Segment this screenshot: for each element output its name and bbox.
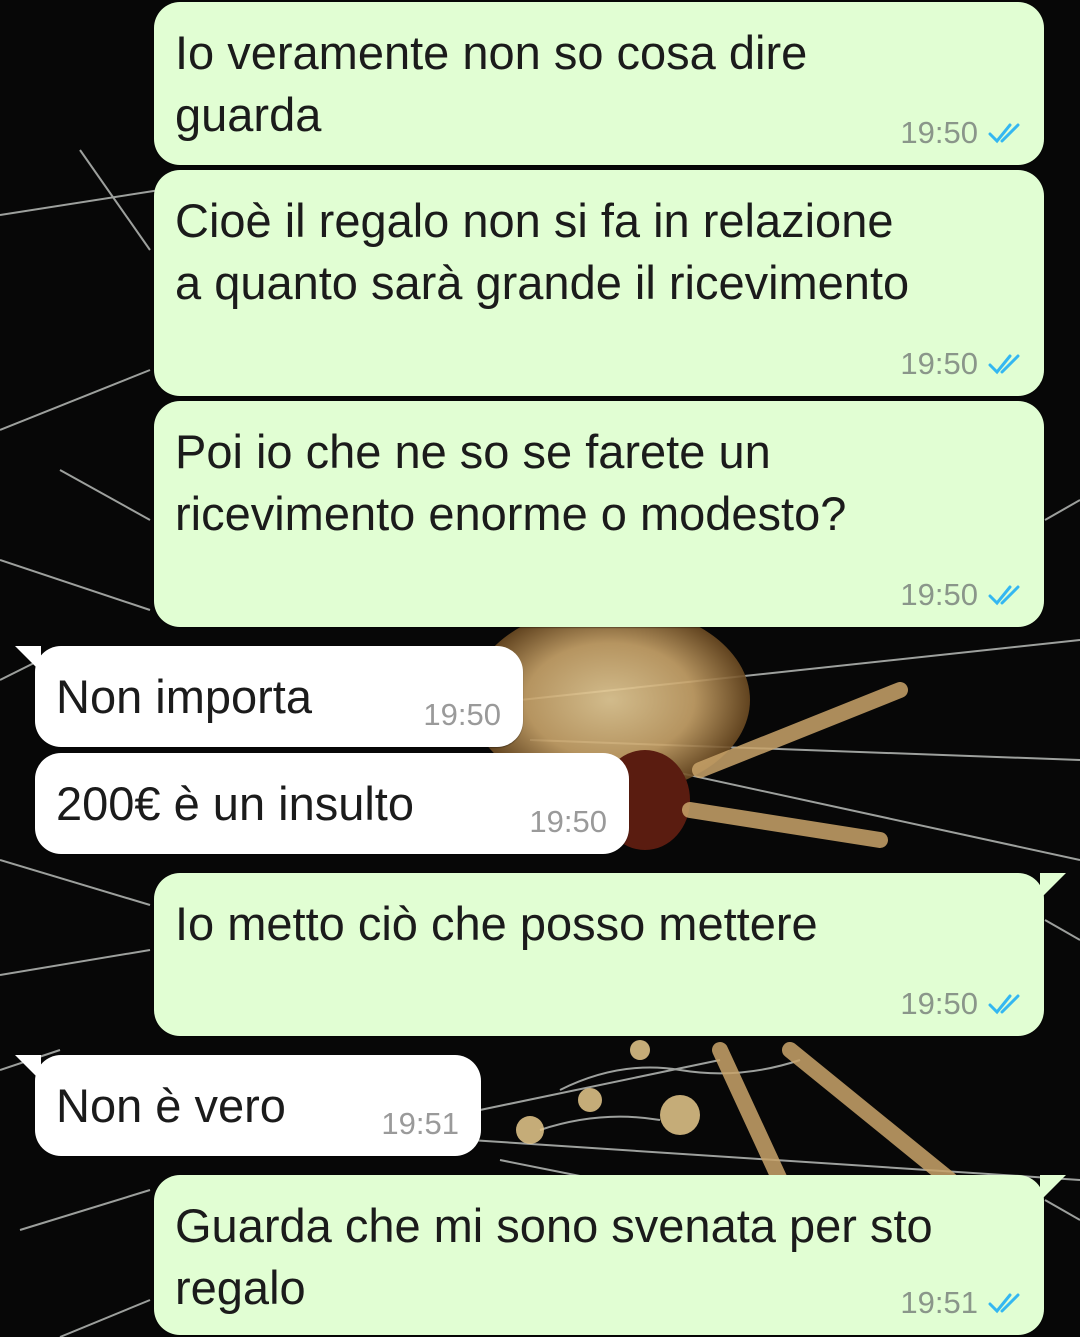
message-meta: 19:50 bbox=[423, 697, 501, 733]
message-time: 19:51 bbox=[381, 1106, 459, 1141]
message-bubble-outgoing[interactable]: Guarda che mi sono svenata per sto regal… bbox=[154, 1175, 1066, 1335]
message-time: 19:50 bbox=[900, 346, 978, 381]
message-bubble-incoming[interactable]: Non importa 19:50 bbox=[15, 646, 523, 747]
message-time: 19:50 bbox=[900, 577, 978, 612]
double-check-read-icon bbox=[988, 994, 1020, 1015]
message-meta: 19:50 bbox=[900, 577, 1026, 613]
message-text: Cioè il regalo non si fa in relazione a … bbox=[175, 194, 910, 309]
message-bubble-incoming[interactable]: 200€ è un insulto 19:50 bbox=[35, 753, 629, 854]
message-meta: 19:51 bbox=[381, 1106, 459, 1142]
message-time: 19:50 bbox=[423, 697, 501, 732]
message-meta: 19:50 bbox=[529, 804, 607, 840]
message-time: 19:50 bbox=[900, 986, 978, 1021]
double-check-read-icon bbox=[988, 1293, 1020, 1314]
double-check-read-icon bbox=[988, 123, 1020, 144]
chat-conversation[interactable]: Io veramente non so cosa dire guarda 19:… bbox=[0, 0, 1080, 1337]
message-meta: 19:50 bbox=[900, 115, 1026, 151]
message-time: 19:51 bbox=[900, 1285, 978, 1320]
message-text: Non è vero bbox=[56, 1079, 286, 1132]
message-time: 19:50 bbox=[529, 804, 607, 839]
message-bubble-outgoing[interactable]: Poi io che ne so se farete un riceviment… bbox=[154, 401, 1044, 627]
message-bubble-incoming[interactable]: Non è vero 19:51 bbox=[15, 1055, 481, 1156]
message-meta: 19:50 bbox=[900, 346, 1026, 382]
message-bubble-outgoing[interactable]: Io veramente non so cosa dire guarda 19:… bbox=[154, 2, 1044, 165]
message-meta: 19:50 bbox=[900, 986, 1026, 1022]
message-time: 19:50 bbox=[900, 115, 978, 150]
message-text: 200€ è un insulto bbox=[56, 777, 415, 830]
message-meta: 19:51 bbox=[900, 1285, 1026, 1321]
double-check-read-icon bbox=[988, 585, 1020, 606]
message-text: Io metto ciò che posso mettere bbox=[175, 897, 818, 950]
message-text: Guarda che mi sono svenata per sto regal… bbox=[175, 1199, 933, 1314]
double-check-read-icon bbox=[988, 354, 1020, 375]
message-bubble-outgoing[interactable]: Cioè il regalo non si fa in relazione a … bbox=[154, 170, 1044, 396]
message-bubble-outgoing[interactable]: Io metto ciò che posso mettere 19:50 bbox=[154, 873, 1066, 1036]
message-text: Io veramente non so cosa dire guarda bbox=[175, 26, 808, 141]
message-text: Poi io che ne so se farete un riceviment… bbox=[175, 425, 847, 540]
message-text: Non importa bbox=[56, 670, 312, 723]
